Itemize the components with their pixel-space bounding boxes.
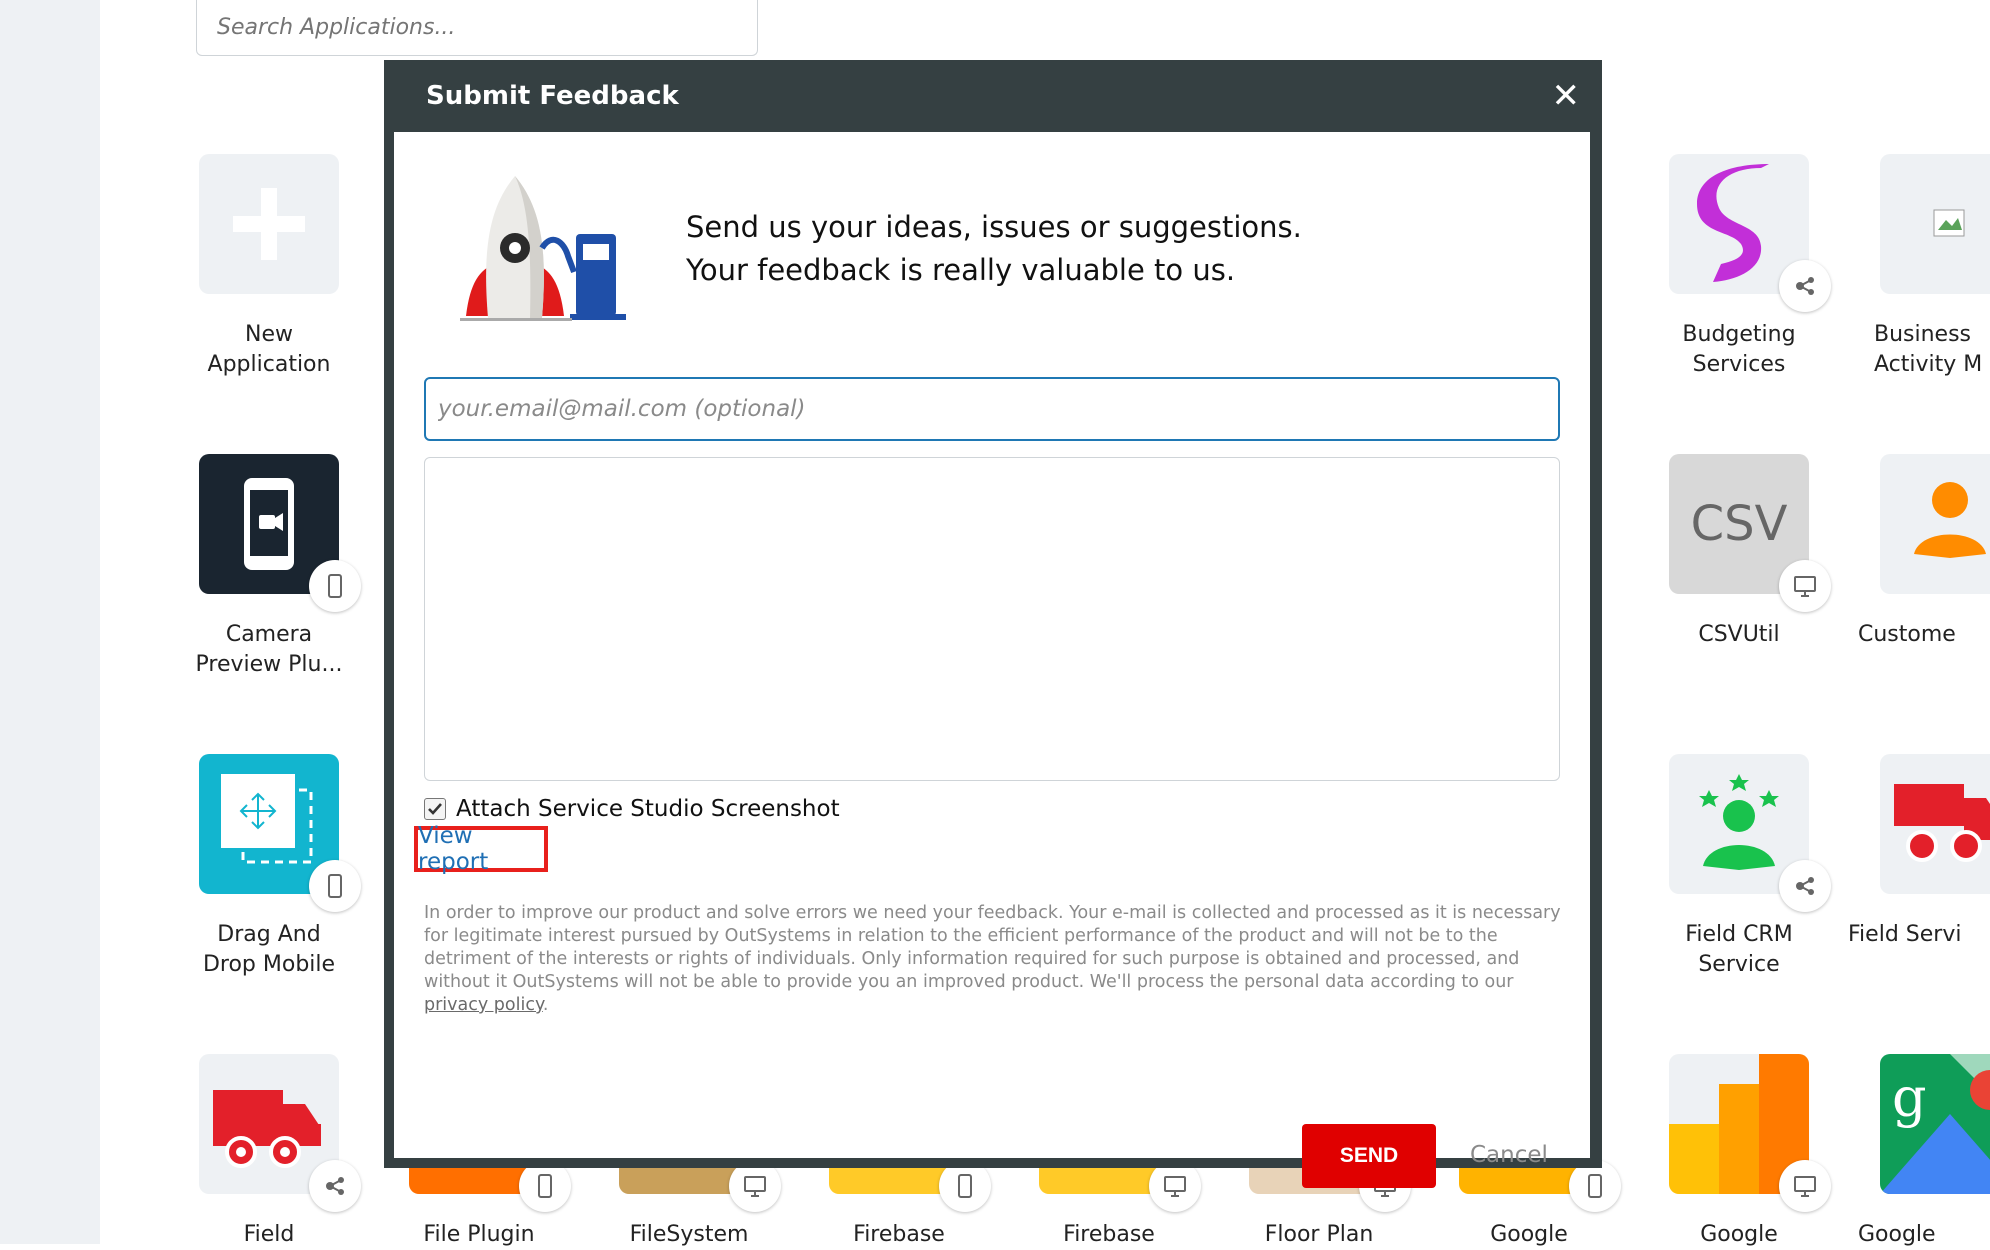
service-icon <box>1779 260 1831 312</box>
app-google-2[interactable]: Google <box>1634 1054 1844 1250</box>
dialog-body: Send us your ideas, issues or suggestion… <box>394 132 1590 1188</box>
checkmark-icon <box>428 803 442 815</box>
app-field-crm[interactable]: Field CRM Service <box>1634 754 1844 980</box>
app-field[interactable]: Field <box>164 1054 374 1250</box>
app-tile <box>1880 454 1990 594</box>
app-new-application[interactable]: New Application <box>164 154 374 380</box>
app-label: Camera Preview Plu... <box>195 622 343 677</box>
app-label: FileSystem <box>629 1222 749 1247</box>
app-tile <box>1880 154 1990 294</box>
attach-screenshot-checkbox[interactable] <box>424 798 446 820</box>
app-label: Field CRM Service <box>1685 922 1793 977</box>
app-field-service[interactable]: Field Servi <box>1844 754 1990 950</box>
svg-text:g: g <box>1892 1066 1927 1129</box>
app-label: Drag And Drop Mobile <box>202 922 336 977</box>
app-csvutil[interactable]: CSV CSVUtil <box>1634 454 1844 650</box>
desktop-icon <box>1779 1160 1831 1212</box>
app-tile: g <box>1880 1054 1990 1194</box>
dialog-header: Submit Feedback ✕ <box>384 60 1602 132</box>
desktop-icon <box>1779 560 1831 612</box>
app-label: File Plugin <box>423 1222 535 1247</box>
privacy-notice-end: . <box>542 995 549 1015</box>
csv-tile-text: CSV <box>1690 496 1788 552</box>
app-camera-preview[interactable]: Camera Preview Plu... <box>164 454 374 680</box>
app-label: Google <box>1490 1222 1568 1247</box>
submit-feedback-dialog: Submit Feedback ✕ Send us your ideas, is… <box>384 60 1602 1188</box>
dialog-title: Submit Feedback <box>426 81 679 111</box>
mobile-icon <box>309 560 361 612</box>
rocket-fuel-illustration-icon <box>460 176 626 321</box>
service-icon <box>1779 860 1831 912</box>
mobile-icon <box>309 860 361 912</box>
app-label: Firebase <box>853 1222 945 1247</box>
person-icon <box>1914 482 1986 558</box>
feedback-message-field[interactable] <box>424 457 1560 781</box>
app-customer[interactable]: Custome <box>1844 454 1990 650</box>
app-label: Floor Plan <box>1264 1222 1374 1247</box>
close-icon[interactable]: ✕ <box>1552 79 1581 113</box>
app-label: Google <box>1700 1222 1778 1247</box>
intro-section: Send us your ideas, issues or suggestion… <box>424 176 1302 322</box>
left-strip <box>0 0 100 1244</box>
intro-line-1: Send us your ideas, issues or suggestion… <box>686 210 1302 244</box>
service-icon <box>309 1160 361 1212</box>
send-button[interactable]: SEND <box>1302 1124 1436 1188</box>
intro-line-2: Your feedback is really valuable to us. <box>686 253 1236 287</box>
intro-text: Send us your ideas, issues or suggestion… <box>686 206 1302 292</box>
truck-icon <box>1894 784 1990 862</box>
privacy-policy-link[interactable]: privacy policy <box>424 995 543 1015</box>
app-label: CSVUtil <box>1698 622 1780 647</box>
view-report-highlight: View report <box>414 823 548 875</box>
view-report-link[interactable]: View report <box>418 823 544 875</box>
app-label: Custome <box>1858 622 1956 647</box>
app-label: Budgeting Services <box>1682 322 1796 377</box>
email-field[interactable] <box>424 377 1560 441</box>
cancel-button[interactable]: Cancel <box>1470 1142 1548 1168</box>
broken-image-icon <box>1933 209 1965 237</box>
app-label: Field <box>243 1222 295 1247</box>
app-label: Firebase <box>1063 1222 1155 1247</box>
plus-icon <box>233 188 305 260</box>
app-label: Business Activity M <box>1874 322 1983 377</box>
app-label: Field Servi <box>1848 922 1962 947</box>
app-business-activity[interactable]: Business Activity M <box>1844 154 1990 380</box>
attach-screenshot-label: Attach Service Studio Screenshot <box>456 796 840 822</box>
app-label: New Application <box>207 322 331 377</box>
app-tile <box>199 154 339 294</box>
search-input[interactable] <box>196 0 758 56</box>
app-label: Google <box>1858 1222 1936 1247</box>
maps-icon: g <box>1880 1054 1990 1194</box>
privacy-notice-text: In order to improve our product and solv… <box>424 903 1561 992</box>
attach-screenshot-option[interactable]: Attach Service Studio Screenshot <box>424 796 840 822</box>
privacy-notice: In order to improve our product and solv… <box>424 902 1564 1017</box>
app-tile <box>1880 754 1990 894</box>
app-google-3[interactable]: g Google <box>1844 1054 1990 1250</box>
app-drag-and-drop[interactable]: Drag And Drop Mobile <box>164 754 374 980</box>
app-budgeting-services[interactable]: Budgeting Services <box>1634 154 1844 380</box>
